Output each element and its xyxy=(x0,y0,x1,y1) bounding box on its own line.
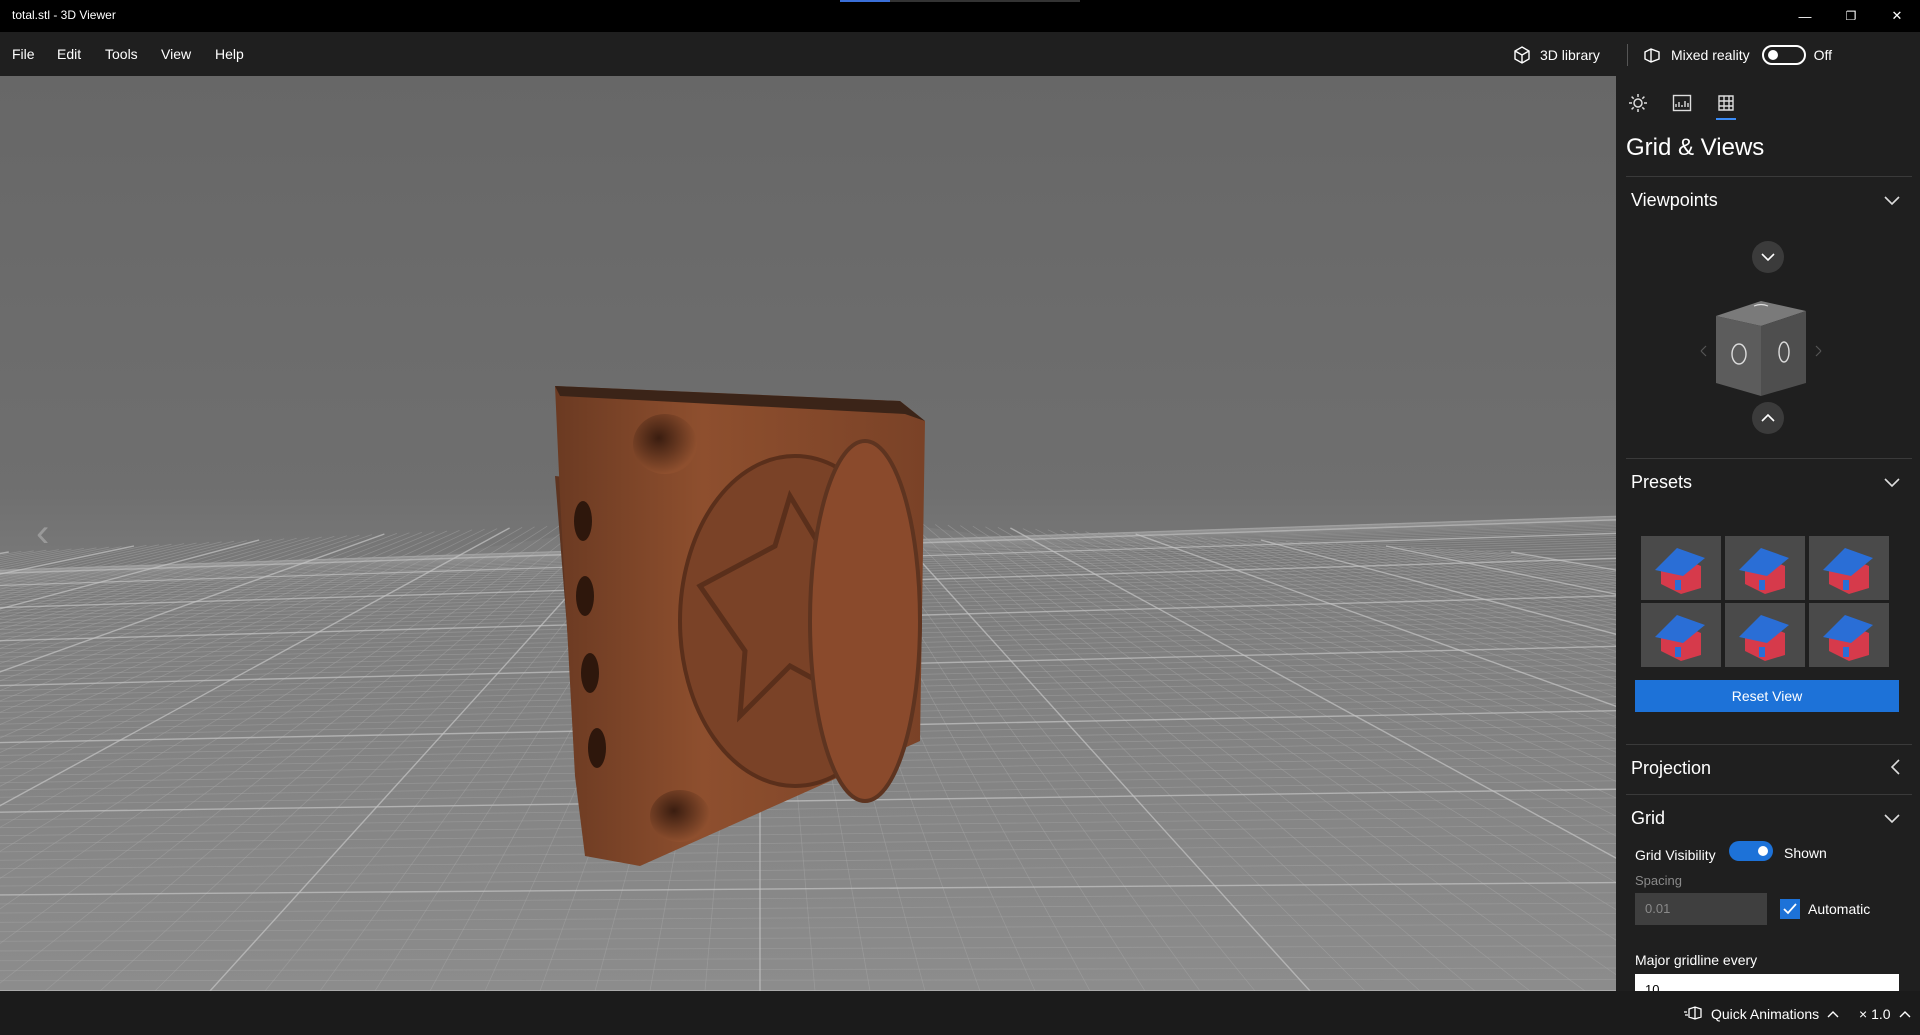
tab-grid-views[interactable] xyxy=(1712,88,1740,120)
minimize-button[interactable]: — xyxy=(1782,0,1828,32)
mixed-reality-control[interactable]: Mixed reality Off xyxy=(1643,45,1832,65)
mixed-reality-toggle[interactable] xyxy=(1761,45,1806,65)
major-gridline-label: Major gridline every xyxy=(1635,952,1758,968)
chevron-down-icon[interactable] xyxy=(1884,475,1900,491)
menu-file[interactable]: File xyxy=(12,46,35,62)
title-accent-line-2 xyxy=(890,0,1080,2)
house-icon xyxy=(1655,548,1705,594)
mixed-reality-icon xyxy=(1644,48,1660,63)
model-hole-bottom xyxy=(650,790,710,842)
checkmark-icon xyxy=(1783,903,1797,915)
sun-icon xyxy=(1629,94,1647,112)
automatic-label: Automatic xyxy=(1808,901,1871,917)
model-raised-disc xyxy=(808,439,922,803)
title-accent-line xyxy=(840,0,890,2)
divider xyxy=(1626,794,1912,795)
mixed-reality-state: Off xyxy=(1813,47,1833,63)
panel-title: Grid & Views xyxy=(1626,134,1765,161)
menu-view[interactable]: View xyxy=(161,46,191,62)
menu-help[interactable]: Help xyxy=(215,46,244,62)
cube-icon xyxy=(1514,46,1530,64)
quick-animations-label: Quick Animations xyxy=(1711,1006,1820,1022)
chevron-up-icon xyxy=(1827,1011,1839,1018)
menu-separator xyxy=(1627,44,1628,66)
chevron-up-icon xyxy=(1899,1011,1911,1018)
grid-heading[interactable]: Grid xyxy=(1631,808,1665,829)
viewpoints-heading[interactable]: Viewpoints xyxy=(1631,190,1718,211)
reset-view-button[interactable]: Reset View xyxy=(1635,680,1899,712)
grid-visibility-toggle[interactable] xyxy=(1729,841,1773,861)
tab-lighting[interactable] xyxy=(1624,88,1652,118)
chevron-down-icon[interactable] xyxy=(1884,811,1900,827)
preset-side[interactable] xyxy=(1809,603,1889,667)
animation-icon xyxy=(1684,1006,1702,1020)
menu-bar: File Edit Tools View Help 3D library Mix… xyxy=(0,32,1920,76)
grid-visibility-label: Grid Visibility xyxy=(1635,847,1716,863)
3d-model[interactable] xyxy=(555,386,925,866)
animation-speed-label: × 1.0 xyxy=(1859,1006,1891,1022)
house-icon xyxy=(1739,615,1789,661)
title-bar: total.stl - 3D Viewer — ❐ ✕ xyxy=(0,0,1920,32)
house-icon xyxy=(1655,615,1705,661)
chevron-up-icon xyxy=(1761,413,1775,422)
stats-icon xyxy=(1672,94,1692,112)
grid-visibility-state: Shown xyxy=(1784,845,1827,861)
chevron-down-icon[interactable] xyxy=(1884,193,1900,209)
chevron-left-icon[interactable] xyxy=(1890,759,1900,778)
divider xyxy=(1626,458,1912,459)
3d-viewport[interactable]: ‹ xyxy=(0,76,1616,991)
spacing-input[interactable]: 0.01 xyxy=(1635,893,1767,925)
view-cube[interactable] xyxy=(1696,286,1846,396)
major-gridline-input[interactable]: 10 xyxy=(1635,974,1899,991)
preset-front-left[interactable] xyxy=(1641,536,1721,600)
quick-animations-button[interactable]: Quick Animations xyxy=(1683,1006,1839,1022)
window-title: total.stl - 3D Viewer xyxy=(12,8,116,22)
model-hole-top xyxy=(633,414,697,474)
preset-top-left[interactable] xyxy=(1641,603,1721,667)
close-button[interactable]: ✕ xyxy=(1874,0,1920,32)
previous-arrow[interactable]: ‹ xyxy=(36,511,49,556)
rotate-up-button[interactable] xyxy=(1752,402,1784,434)
grid-icon xyxy=(1718,95,1734,111)
chevron-down-icon xyxy=(1761,253,1775,262)
restore-button[interactable]: ❐ xyxy=(1828,0,1874,32)
presets-heading[interactable]: Presets xyxy=(1631,472,1692,493)
library-label: 3D library xyxy=(1540,47,1600,63)
model-slot-4 xyxy=(588,728,606,768)
tab-stats[interactable] xyxy=(1668,88,1696,118)
animation-speed-button[interactable]: × 1.0 xyxy=(1859,1006,1911,1022)
menu-edit[interactable]: Edit xyxy=(57,46,81,62)
divider xyxy=(1626,176,1912,177)
model-slot-2 xyxy=(576,576,594,616)
projection-heading[interactable]: Projection xyxy=(1631,758,1711,779)
divider xyxy=(1626,744,1912,745)
rotate-down-button[interactable] xyxy=(1752,241,1784,273)
house-icon xyxy=(1823,548,1873,594)
preset-front-flat[interactable] xyxy=(1809,536,1889,600)
status-bar: Quick Animations × 1.0 xyxy=(0,991,1920,1035)
library-button[interactable]: 3D library xyxy=(1512,45,1600,65)
preset-front[interactable] xyxy=(1725,536,1805,600)
house-icon xyxy=(1823,615,1873,661)
model-slot-3 xyxy=(581,653,599,693)
model-slot-1 xyxy=(574,501,592,541)
house-icon xyxy=(1739,548,1789,594)
automatic-checkbox[interactable] xyxy=(1780,899,1800,919)
side-panel: Grid & Views Viewpoints Presets Reset Vi… xyxy=(1616,76,1920,991)
menu-tools[interactable]: Tools xyxy=(105,46,138,62)
scene-canvas[interactable] xyxy=(0,76,1616,991)
spacing-label: Spacing xyxy=(1635,873,1682,888)
preset-top[interactable] xyxy=(1725,603,1805,667)
mixed-reality-label: Mixed reality xyxy=(1671,47,1750,63)
